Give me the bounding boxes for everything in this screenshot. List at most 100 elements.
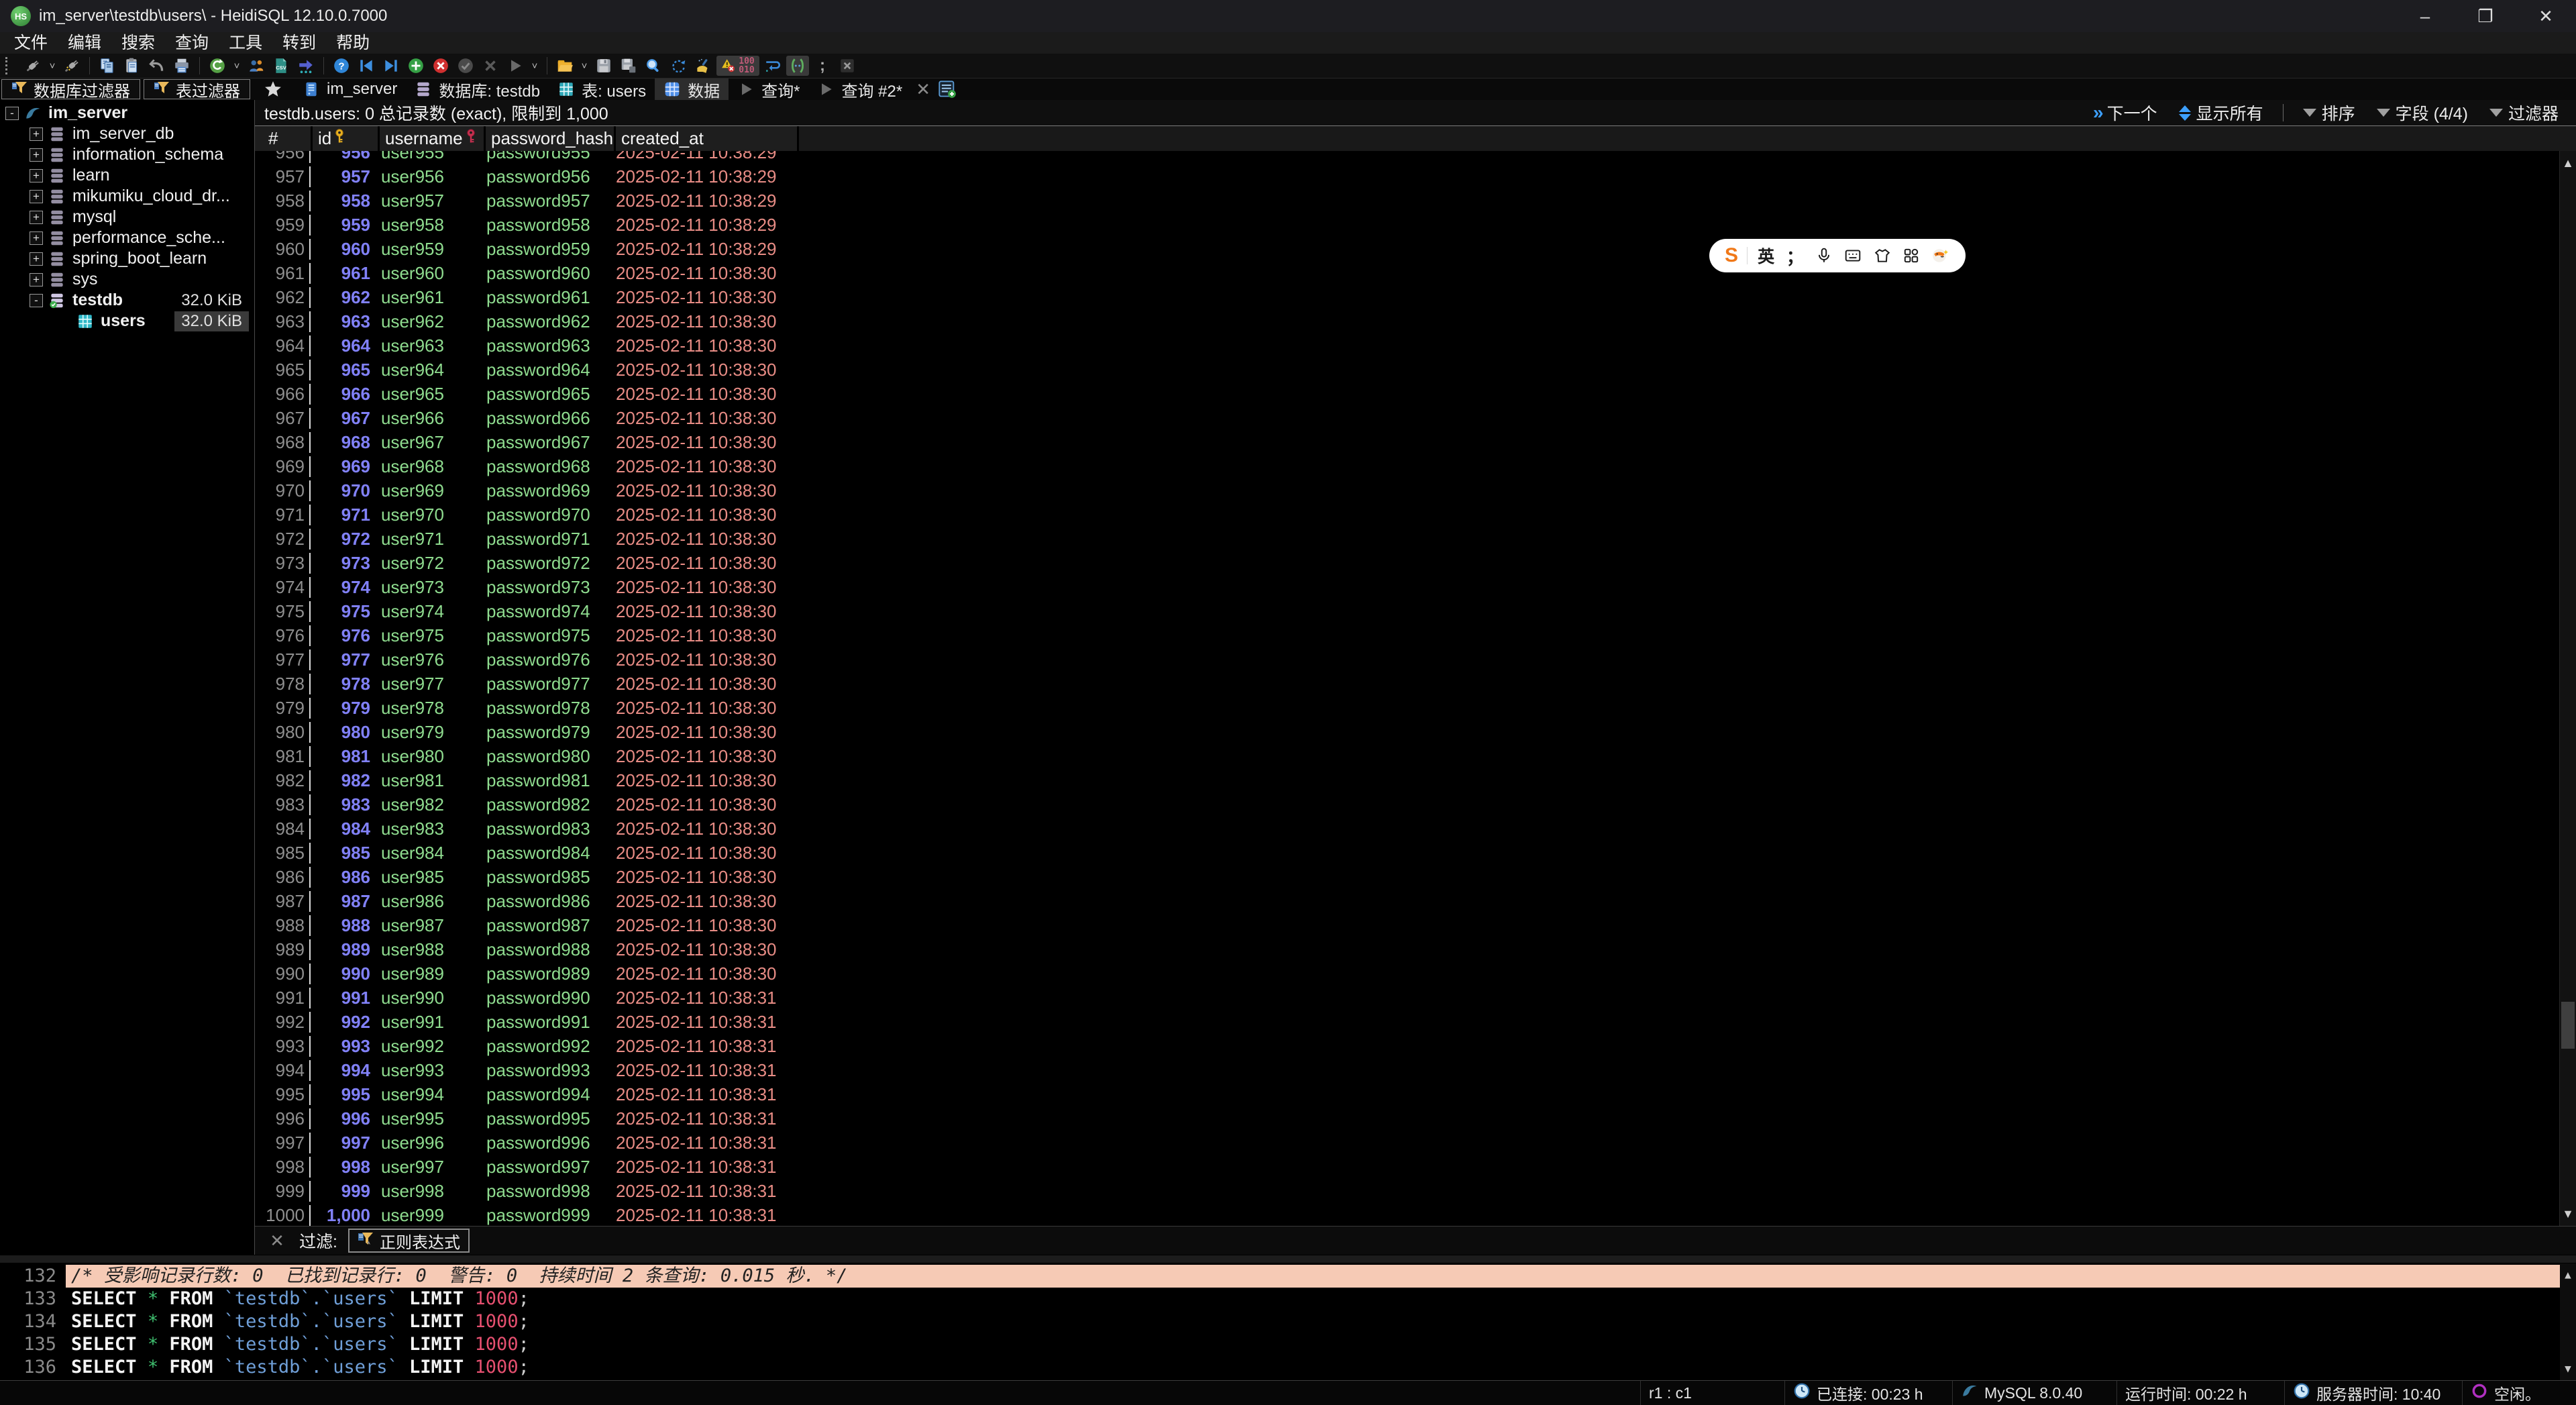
cell-row_number[interactable]: 989 (255, 939, 311, 960)
column-header-password_hash[interactable]: password_hash (486, 126, 614, 151)
table-row[interactable]: 994994user993password9932025-02-11 10:38… (255, 1058, 2560, 1082)
copy-button[interactable] (96, 56, 119, 76)
cell-username[interactable]: user986 (376, 891, 480, 912)
cell-password_hash[interactable]: password961 (480, 287, 608, 308)
table-row[interactable]: 992992user991password9912025-02-11 10:38… (255, 1010, 2560, 1034)
cell-username[interactable]: user975 (376, 625, 480, 646)
table-row[interactable]: 976976user975password9752025-02-11 10:38… (255, 623, 2560, 647)
cell-id[interactable]: 958 (311, 191, 376, 211)
cell-id[interactable]: 962 (311, 287, 376, 308)
column-header-created_at[interactable]: created_at (616, 126, 797, 151)
collapse-icon[interactable]: - (30, 294, 43, 307)
ai-assistant-icon[interactable] (1926, 247, 1955, 264)
cell-password_hash[interactable]: password969 (480, 480, 608, 501)
dropdown-chevron-icon[interactable]: ˅ (46, 56, 58, 76)
cell-row_number[interactable]: 973 (255, 553, 311, 574)
cell-id[interactable]: 965 (311, 360, 376, 380)
cell-id[interactable]: 977 (311, 649, 376, 670)
table-row[interactable]: 978978user977password9772025-02-11 10:38… (255, 672, 2560, 696)
cell-created_at[interactable]: 2025-02-11 10:38:30 (608, 915, 789, 936)
tab-im_server[interactable]: im_server (294, 79, 406, 100)
highlight-syntax-button[interactable] (786, 56, 809, 76)
cell-created_at[interactable]: 2025-02-11 10:38:30 (608, 698, 789, 719)
table-row[interactable]: 977977user976password9762025-02-11 10:38… (255, 647, 2560, 672)
cell-password_hash[interactable]: password963 (480, 335, 608, 356)
table-row[interactable]: 997997user996password9962025-02-11 10:38… (255, 1131, 2560, 1155)
cell-password_hash[interactable]: password991 (480, 1012, 608, 1033)
save-as-button[interactable] (617, 56, 640, 76)
menu-item-3[interactable]: 查询 (165, 32, 219, 54)
cell-password_hash[interactable]: password962 (480, 311, 608, 332)
cell-created_at[interactable]: 2025-02-11 10:38:30 (608, 939, 789, 960)
cell-password_hash[interactable]: password968 (480, 456, 608, 477)
table-row[interactable]: 960960user959password9592025-02-11 10:38… (255, 237, 2560, 261)
cell-created_at[interactable]: 2025-02-11 10:38:29 (608, 191, 789, 211)
cell-created_at[interactable]: 2025-02-11 10:38:29 (608, 151, 789, 163)
cell-id[interactable]: 990 (311, 964, 376, 984)
regex-filter-button[interactable]: 正则表达式 (348, 1229, 470, 1253)
cell-row_number[interactable]: 958 (255, 191, 311, 211)
table-row[interactable]: 973973user972password9722025-02-11 10:38… (255, 551, 2560, 575)
cell-password_hash[interactable]: password989 (480, 964, 608, 984)
cell-username[interactable]: user994 (376, 1084, 480, 1105)
cell-row_number[interactable]: 961 (255, 263, 311, 284)
minimize-button[interactable]: – (2395, 0, 2455, 32)
cell-username[interactable]: user999 (376, 1205, 480, 1226)
cell-row_number[interactable]: 990 (255, 964, 311, 984)
cell-row_number[interactable]: 969 (255, 456, 311, 477)
table-row[interactable]: 991991user990password9902025-02-11 10:38… (255, 986, 2560, 1010)
cell-password_hash[interactable]: password982 (480, 794, 608, 815)
cell-username[interactable]: user982 (376, 794, 480, 815)
virtual-keyboard-icon[interactable] (1839, 247, 1868, 264)
table-row[interactable]: 985985user984password9842025-02-11 10:38… (255, 841, 2560, 865)
table-row[interactable]: 995995user994password9942025-02-11 10:38… (255, 1082, 2560, 1106)
cell-password_hash[interactable]: password985 (480, 867, 608, 888)
cell-id[interactable]: 985 (311, 843, 376, 864)
cell-password_hash[interactable]: password979 (480, 722, 608, 743)
table-row[interactable]: 956956user955password9552025-02-11 10:38… (255, 151, 2560, 164)
cell-created_at[interactable]: 2025-02-11 10:38:31 (608, 1084, 789, 1105)
dropdown-chevron-icon[interactable]: ˅ (578, 56, 590, 76)
scroll-up-arrow[interactable]: ▲ (2560, 151, 2576, 175)
cell-row_number[interactable]: 984 (255, 819, 311, 839)
tab--[interactable]: 数据 (655, 79, 729, 100)
punctuation-button[interactable]: ； (1780, 244, 1809, 268)
cell-created_at[interactable]: 2025-02-11 10:38:30 (608, 529, 789, 550)
cell-username[interactable]: user961 (376, 287, 480, 308)
cell-id[interactable]: 978 (311, 674, 376, 694)
tab--[interactable]: 查询* (729, 79, 808, 100)
expand-icon[interactable]: + (30, 169, 43, 183)
vertical-scrollbar[interactable]: ▲ ▼ (2559, 151, 2576, 1226)
cell-username[interactable]: user974 (376, 601, 480, 622)
cell-created_at[interactable]: 2025-02-11 10:38:31 (608, 1060, 789, 1081)
sort-dropdown[interactable]: 排序 (2297, 101, 2361, 125)
cell-created_at[interactable]: 2025-02-11 10:38:30 (608, 649, 789, 670)
cell-password_hash[interactable]: password998 (480, 1181, 608, 1202)
cell-created_at[interactable]: 2025-02-11 10:38:30 (608, 601, 789, 622)
cell-username[interactable]: user967 (376, 432, 480, 453)
new-query-tab-button[interactable] (935, 79, 959, 100)
cell-username[interactable]: user960 (376, 263, 480, 284)
cell-created_at[interactable]: 2025-02-11 10:38:30 (608, 360, 789, 380)
cell-password_hash[interactable]: password981 (480, 770, 608, 791)
table-row[interactable]: 986986user985password9852025-02-11 10:38… (255, 865, 2560, 889)
cell-username[interactable]: user979 (376, 722, 480, 743)
cell-username[interactable]: user988 (376, 939, 480, 960)
table-row[interactable]: 967967user966password9662025-02-11 10:38… (255, 406, 2560, 430)
menu-item-1[interactable]: 编辑 (58, 32, 111, 54)
menu-item-4[interactable]: 工具 (219, 32, 272, 54)
close-panel-button[interactable] (836, 56, 859, 76)
cell-password_hash[interactable]: password999 (480, 1205, 608, 1226)
tree-db-mikumiku_cloud_dr-[interactable]: +mikumiku_cloud_dr... (0, 186, 254, 207)
cell-username[interactable]: user966 (376, 408, 480, 429)
cell-id[interactable]: 981 (311, 746, 376, 767)
cell-created_at[interactable]: 2025-02-11 10:38:31 (608, 1036, 789, 1057)
cell-created_at[interactable]: 2025-02-11 10:38:30 (608, 722, 789, 743)
column-header-#[interactable]: # (255, 126, 311, 151)
cell-row_number[interactable]: 975 (255, 601, 311, 622)
scroll-up-arrow[interactable]: ▲ (2565, 1263, 2571, 1286)
cell-password_hash[interactable]: password971 (480, 529, 608, 550)
undo-button[interactable] (146, 56, 168, 76)
sogou-logo-icon[interactable]: S (1720, 244, 1743, 267)
cell-id[interactable]: 998 (311, 1157, 376, 1178)
